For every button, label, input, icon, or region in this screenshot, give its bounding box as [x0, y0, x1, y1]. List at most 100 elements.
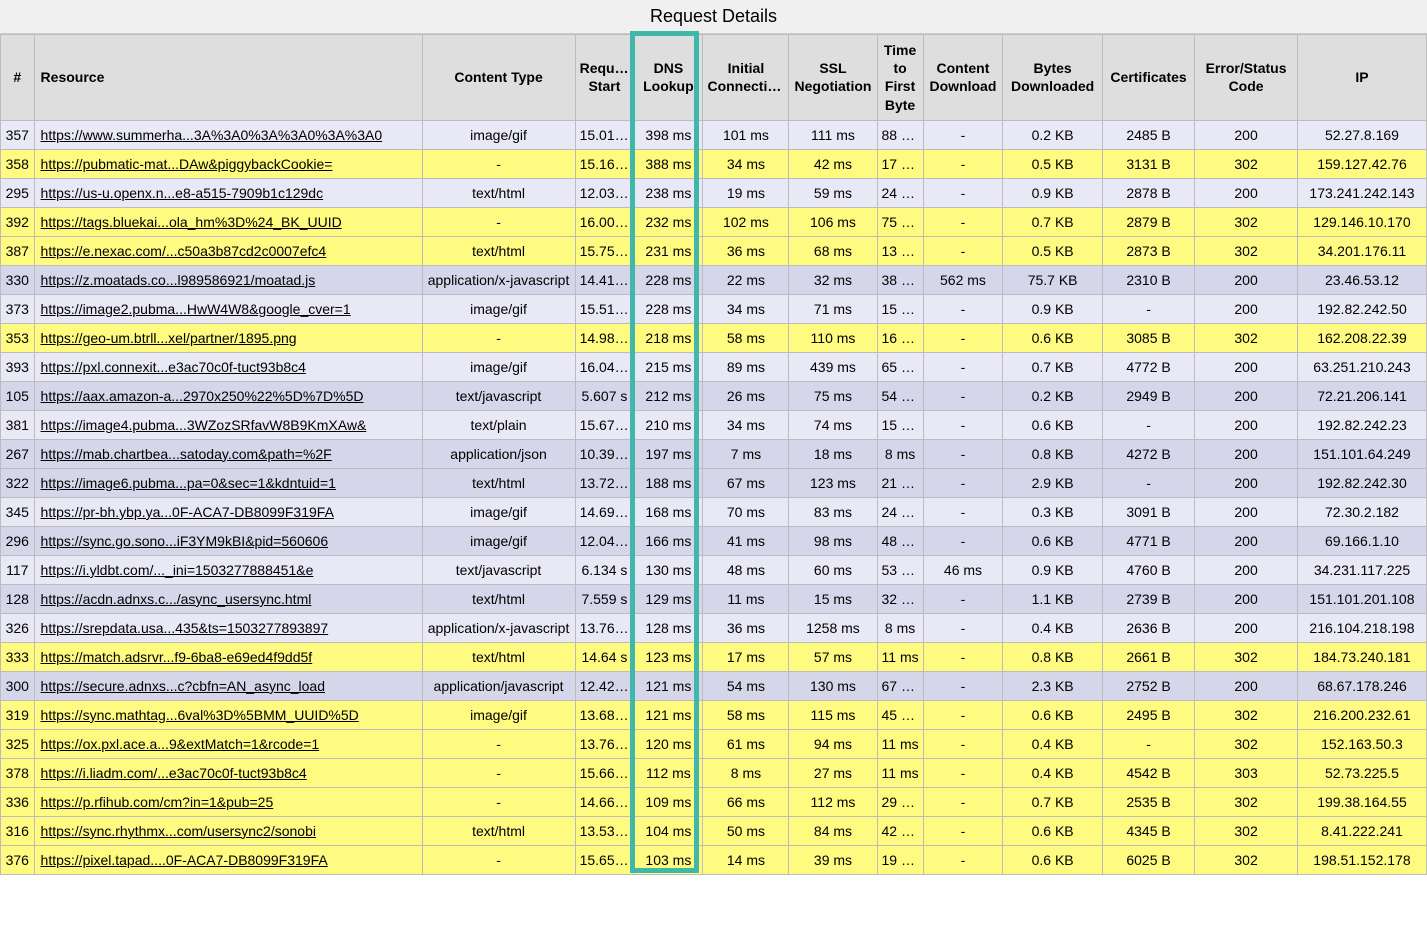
resource-link[interactable]: https://sync.mathtag...6val%3D%5BMM_UUID…	[41, 707, 359, 723]
cell-num: 358	[1, 149, 35, 178]
resource-link[interactable]: https://ox.pxl.ace.a...9&extMatch=1&rcod…	[41, 736, 320, 752]
cell-content-download: -	[923, 787, 1003, 816]
col-header-certificates[interactable]: Certificates	[1102, 35, 1194, 121]
resource-link[interactable]: https://pixel.tapad....0F-ACA7-DB8099F31…	[41, 852, 328, 868]
cell-ip: 192.82.242.30	[1297, 468, 1426, 497]
cell-bytes-downloaded: 2.3 KB	[1003, 671, 1103, 700]
table-row: 358 https://pubmatic-mat...DAw&piggybackC…	[1, 149, 1427, 178]
cell-initial-connection: 66 ms	[703, 787, 789, 816]
cell-error-status: 302	[1195, 787, 1298, 816]
cell-num: 333	[1, 642, 35, 671]
resource-link[interactable]: https://i.liadm.com/...e3ac70c0f-tuct93b…	[41, 765, 307, 781]
resource-link[interactable]: https://geo-um.btrll...xel/partner/1895.…	[41, 330, 297, 346]
resource-link[interactable]: https://i.yldbt.com/..._ini=150327788845…	[41, 562, 314, 578]
cell-error-status: 302	[1195, 816, 1298, 845]
cell-content-download: 562 ms	[923, 265, 1003, 294]
cell-request-start: 12.424 s	[575, 671, 634, 700]
table-row: 319 https://sync.mathtag...6val%3D%5BMM_U…	[1, 700, 1427, 729]
cell-content-type: application/x-javascript	[422, 613, 575, 642]
resource-link[interactable]: https://mab.chartbea...satoday.com&path=…	[41, 446, 332, 462]
cell-resource: https://secure.adnxs...c?cbfn=AN_async_l…	[34, 671, 422, 700]
table-row: 357https://www.summerha...3A%3A0%3A%3A0%…	[1, 120, 1427, 149]
col-header-num[interactable]: #	[1, 35, 35, 121]
resource-link[interactable]: https://image2.pubma...HwW4W8&google_cve…	[41, 301, 351, 317]
resource-link[interactable]: https://e.nexac.com/...c50a3b87cd2c0007e…	[41, 243, 327, 259]
resource-link[interactable]: https://www.summerha...3A%3A0%3A%3A0%3A%…	[41, 127, 383, 143]
resource-link[interactable]: https://us-u.openx.n...e8-a515-7909b1c12…	[41, 185, 324, 201]
cell-initial-connection: 58 ms	[703, 323, 789, 352]
col-header-ip[interactable]: IP	[1297, 35, 1426, 121]
cell-certificates: 4272 B	[1102, 439, 1194, 468]
table-row: 117https://i.yldbt.com/..._ini=150327788…	[1, 555, 1427, 584]
cell-ip: 216.104.218.198	[1297, 613, 1426, 642]
col-header-request-start[interactable]: Request Start	[575, 35, 634, 121]
cell-ttfb: 45 ms	[877, 700, 923, 729]
cell-ip: 129.146.10.170	[1297, 207, 1426, 236]
cell-error-status: 200	[1195, 526, 1298, 555]
cell-error-status: 302	[1195, 149, 1298, 178]
cell-resource: https://us-u.openx.n...e8-a515-7909b1c12…	[34, 178, 422, 207]
resource-link[interactable]: https://aax.amazon-a...2970x250%22%5D%7D…	[41, 388, 364, 404]
resource-link[interactable]: https://tags.bluekai...ola_hm%3D%24_BK_U…	[41, 214, 342, 230]
cell-ttfb: 19 ms	[877, 845, 923, 874]
cell-ip: 216.200.232.61	[1297, 700, 1426, 729]
cell-ttfb: 67 ms	[877, 671, 923, 700]
resource-link[interactable]: https://secure.adnxs...c?cbfn=AN_async_l…	[41, 678, 325, 694]
resource-link[interactable]: https://p.rfihub.com/cm?in=1&pub=25	[41, 794, 274, 810]
cell-ssl-negotiation: 123 ms	[789, 468, 877, 497]
cell-certificates: 2661 B	[1102, 642, 1194, 671]
cell-ssl-negotiation: 1258 ms	[789, 613, 877, 642]
resource-link[interactable]: https://pxl.connexit...e3ac70c0f-tuct93b…	[41, 359, 306, 375]
col-header-error-status[interactable]: Error/Status Code	[1195, 35, 1298, 121]
resource-link[interactable]: https://srepdata.usa...435&ts=1503277893…	[41, 620, 329, 636]
cell-certificates: 2878 B	[1102, 178, 1194, 207]
cell-content-download: -	[923, 729, 1003, 758]
cell-ttfb: 15 ms	[877, 410, 923, 439]
table-body: 357https://www.summerha...3A%3A0%3A%3A0%…	[1, 120, 1427, 874]
resource-link[interactable]: https://pubmatic-mat...DAw&piggybackCook…	[41, 156, 333, 172]
cell-dns-lookup: 188 ms	[634, 468, 703, 497]
col-header-dns-lookup[interactable]: DNS Lookup	[634, 35, 703, 121]
cell-content-download: -	[923, 816, 1003, 845]
cell-ip: 192.82.242.23	[1297, 410, 1426, 439]
cell-initial-connection: 102 ms	[703, 207, 789, 236]
cell-resource: https://image4.pubma...3WZozSRfavW8B9KmX…	[34, 410, 422, 439]
table-row: 333 https://match.adsrvr...f9-6ba8-e69ed4…	[1, 642, 1427, 671]
cell-resource: https://e.nexac.com/...c50a3b87cd2c0007e…	[34, 236, 422, 265]
col-header-ssl-negotiation[interactable]: SSL Negotiation	[789, 35, 877, 121]
col-header-content-type[interactable]: Content Type	[422, 35, 575, 121]
resource-link[interactable]: https://image4.pubma...3WZozSRfavW8B9KmX…	[41, 417, 367, 433]
cell-ssl-negotiation: 83 ms	[789, 497, 877, 526]
cell-ssl-negotiation: 75 ms	[789, 381, 877, 410]
cell-ip: 173.241.242.143	[1297, 178, 1426, 207]
resource-link[interactable]: https://z.moatads.co...l989586921/moatad…	[41, 272, 316, 288]
resource-link[interactable]: https://sync.rhythmx...com/usersync2/son…	[41, 823, 316, 839]
resource-link[interactable]: https://match.adsrvr...f9-6ba8-e69ed4f9d…	[41, 649, 313, 665]
col-header-resource[interactable]: Resource	[34, 35, 422, 121]
cell-ip: 151.101.64.249	[1297, 439, 1426, 468]
cell-bytes-downloaded: 0.7 KB	[1003, 787, 1103, 816]
table-row: 392https://tags.bluekai...ola_hm%3D%24_B…	[1, 207, 1427, 236]
cell-content-download: -	[923, 671, 1003, 700]
cell-ssl-negotiation: 32 ms	[789, 265, 877, 294]
cell-num: 319	[1, 700, 35, 729]
col-header-ttfb[interactable]: Time to First Byte	[877, 35, 923, 121]
cell-initial-connection: 22 ms	[703, 265, 789, 294]
col-header-bytes-downloaded[interactable]: Bytes Downloaded	[1003, 35, 1103, 121]
table-row: 373https://image2.pubma...HwW4W8&google_…	[1, 294, 1427, 323]
table-row: 300https://secure.adnxs...c?cbfn=AN_asyn…	[1, 671, 1427, 700]
cell-content-download: -	[923, 613, 1003, 642]
resource-link[interactable]: https://sync.go.sono...iF3YM9kBI&pid=560…	[41, 533, 329, 549]
resource-link[interactable]: https://pr-bh.ybp.ya...0F-ACA7-DB8099F31…	[41, 504, 334, 520]
cell-content-download: -	[923, 178, 1003, 207]
cell-dns-lookup: 166 ms	[634, 526, 703, 555]
cell-bytes-downloaded: 0.2 KB	[1003, 381, 1103, 410]
resource-link[interactable]: https://image6.pubma...pa=0&sec=1&kdntui…	[41, 475, 336, 491]
cell-num: 393	[1, 352, 35, 381]
col-header-initial-connection[interactable]: Initial Connection	[703, 35, 789, 121]
cell-request-start: 15.013 s	[575, 120, 634, 149]
col-header-content-download[interactable]: Content Download	[923, 35, 1003, 121]
cell-dns-lookup: 103 ms	[634, 845, 703, 874]
cell-dns-lookup: 212 ms	[634, 381, 703, 410]
resource-link[interactable]: https://acdn.adnxs.c.../async_usersync.h…	[41, 591, 312, 607]
